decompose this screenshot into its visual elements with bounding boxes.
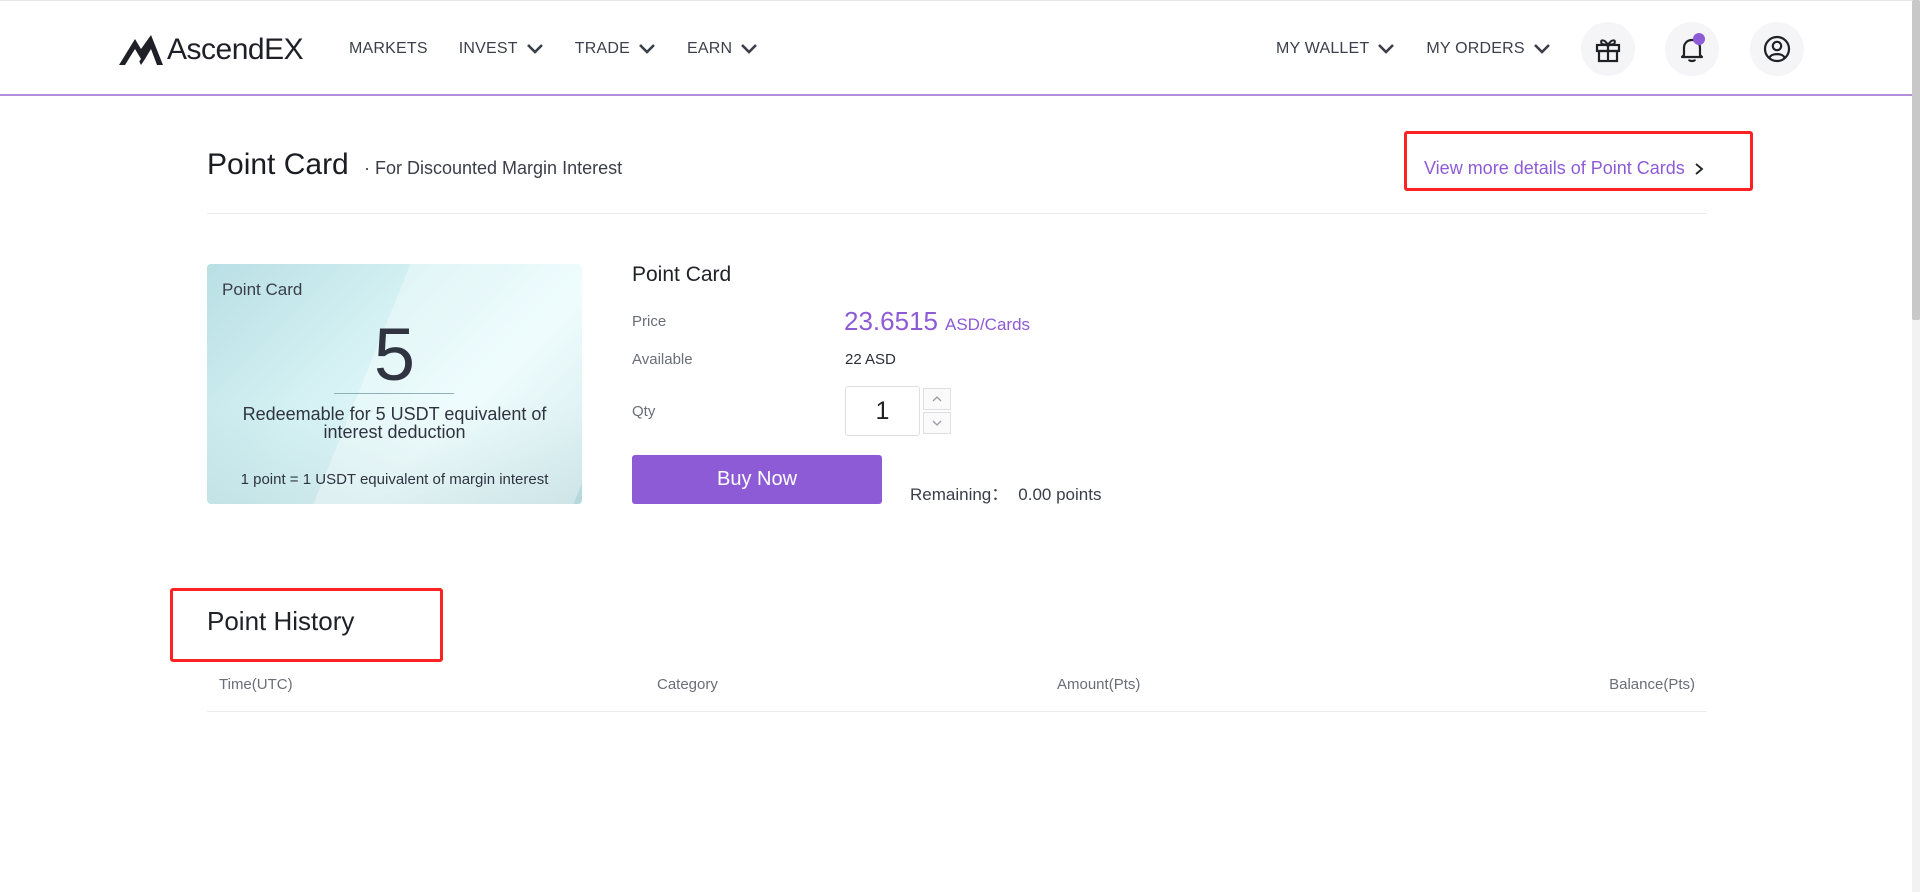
history-table-header: Time(UTC) Category Amount(Pts) Balance(P… [207,668,1707,712]
card-footnote: 1 point = 1 USDT equivalent of margin in… [240,471,549,488]
point-card: Point Card 5 Redeemable for 5 USDT equiv… [207,264,582,504]
column-balance: Balance(Pts) [1609,676,1695,693]
gift-icon [1595,39,1621,63]
nav-invest[interactable]: INVEST [459,40,544,58]
nav-markets[interactable]: MARKETS [349,40,428,58]
user-icon [1763,35,1791,63]
logo-mark-icon [119,35,163,65]
account-nav: MY WALLET MY ORDERS [1276,1,1582,97]
chevron-down-icon [526,44,543,54]
notification-dot [1693,33,1705,45]
chevron-down-icon [1533,44,1550,54]
nav-my-wallet[interactable]: MY WALLET [1276,40,1395,58]
card-separator [334,393,454,394]
remaining-label: Remaining： [910,485,1009,504]
page-scrollbar[interactable] [1912,0,1920,892]
nav-earn-label: EARN [686,40,733,57]
nav-trade-label: TRADE [574,40,630,57]
chevron-up-icon [932,396,942,402]
price-label: Price [632,313,667,330]
quantity-decrement-button[interactable] [923,412,951,434]
quantity-input[interactable]: 1 [845,386,920,436]
nav-my-orders[interactable]: MY ORDERS [1426,40,1550,58]
card-description: Redeemable for 5 USDT equivalent of inte… [242,404,547,442]
price-value: 23.6515 [844,306,938,336]
quantity-increment-button[interactable] [923,388,951,410]
section-divider [207,213,1707,214]
price-unit: ASD/Cards [945,315,1031,334]
nav-my-wallet-label: MY WALLET [1276,40,1370,57]
main-nav: MARKETS INVEST TRADE EARN [349,1,789,97]
page-title: Point Card [207,148,349,181]
column-time: Time(UTC) [219,676,293,693]
available-label: Available [632,351,693,368]
remaining-value: 0.00 points [1018,485,1102,504]
column-amount: Amount(Pts) [1057,676,1141,693]
ascendex-logo[interactable]: AscendEX [117,32,304,68]
qty-label: Qty [632,403,656,420]
nav-earn[interactable]: EARN [687,40,758,58]
top-header: AscendEX MARKETS INVEST TRADE EARN MY WA… [0,0,1920,96]
nav-my-orders-label: MY ORDERS [1426,40,1525,57]
chevron-down-icon [741,44,758,54]
chevron-down-icon [932,420,942,426]
card-value: 5 [373,313,416,396]
nav-trade[interactable]: TRADE [575,40,656,58]
page-subtitle: · For Discounted Margin Interest [364,158,623,178]
logo-text: AscendEX [167,33,304,66]
highlight-box-history [170,588,443,662]
account-button[interactable] [1750,22,1804,76]
highlight-box-details [1404,131,1753,191]
chevron-down-icon [1378,44,1395,54]
nav-markets-label: MARKETS [349,40,428,57]
chevron-down-icon [639,44,655,54]
notifications-button[interactable] [1665,22,1719,76]
gift-button[interactable] [1581,22,1635,76]
card-label: Point Card [222,280,303,299]
column-category: Category [657,676,718,693]
nav-invest-label: INVEST [458,40,518,57]
scrollbar-thumb[interactable] [1912,0,1920,320]
purchase-title: Point Card [632,263,732,286]
buy-now-button[interactable]: Buy Now [632,455,882,504]
remaining-points: Remaining： 0.00 points [910,480,1101,505]
available-value: 22 ASD [845,351,896,368]
